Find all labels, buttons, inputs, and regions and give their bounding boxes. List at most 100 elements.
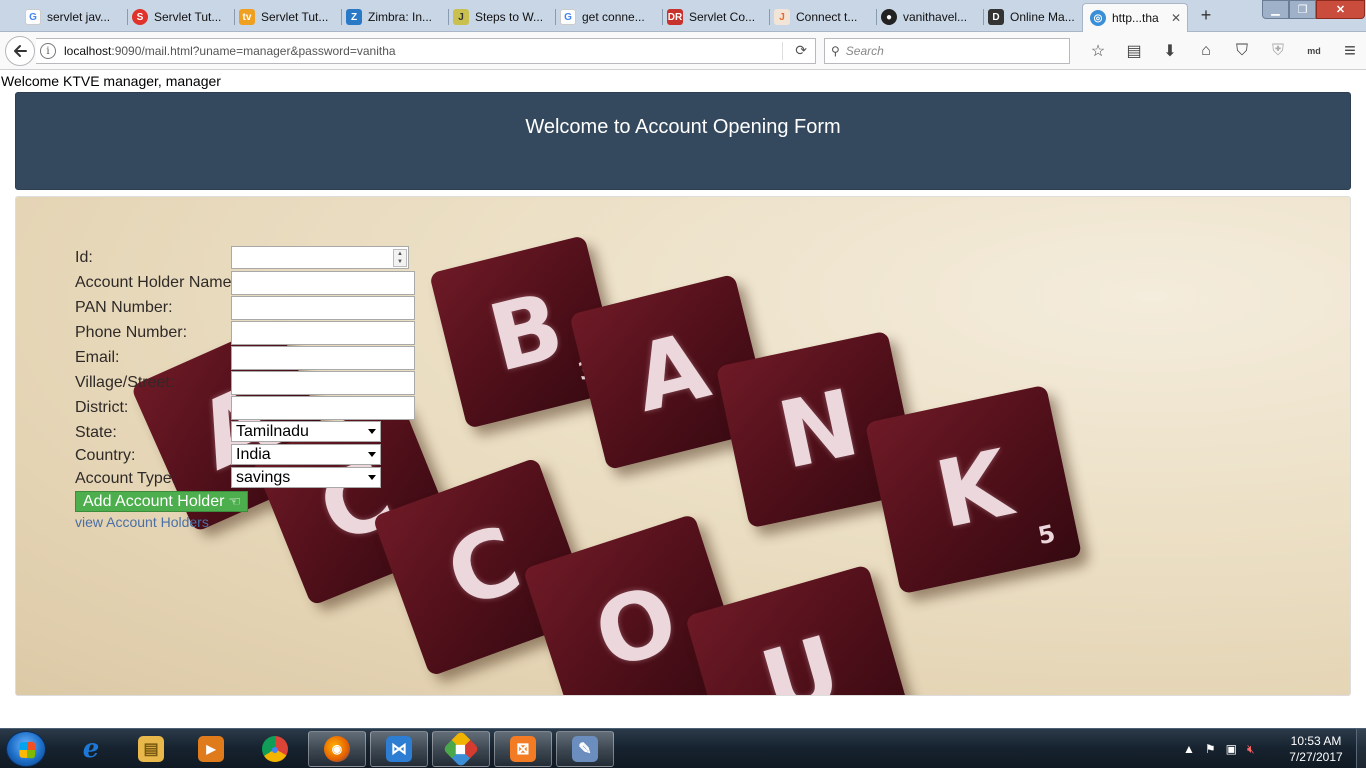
home-icon[interactable]: ⌂ [1188, 42, 1224, 60]
welcome-user-text: Welcome KTVE manager, manager [1, 73, 221, 89]
account-holder-name-field[interactable] [231, 271, 415, 295]
volume-muted-icon[interactable]: 🔇︎ [1247, 742, 1255, 757]
browser-tab-strip: G servlet jav... S Servlet Tut... tv Ser… [0, 0, 1366, 32]
action-center-flag-icon[interactable]: ⚑ [1205, 742, 1216, 756]
reload-icon[interactable]: ⟳ [795, 42, 807, 59]
country-select[interactable]: India [231, 444, 381, 465]
taskbar-visual-studio[interactable]: ⋈ [370, 731, 428, 767]
windows-taskbar: e ▤ ▶ ● ◉ ⋈ ◆ ⊠ ✎ ▲ ⚑ ▣ 🔇︎ 10:53 AM 7/27… [0, 728, 1366, 768]
back-button[interactable] [5, 36, 35, 66]
browser-tab[interactable]: G servlet jav... [18, 3, 128, 31]
window-controls: ▁ ❐ ✕ [1262, 0, 1365, 19]
email-field[interactable] [231, 346, 415, 370]
show-desktop-button[interactable] [1356, 729, 1366, 768]
visual-studio-icon: ⋈ [386, 736, 412, 762]
browser-tab[interactable]: J Steps to W... [446, 3, 556, 31]
taskbar-paint[interactable]: ✎ [556, 731, 614, 767]
view-account-holders-link[interactable]: view Account Holders [75, 514, 209, 530]
bookmark-star-icon[interactable]: ☆ [1080, 41, 1116, 61]
search-icon: ⚲ [831, 44, 840, 58]
browser-tab[interactable]: D Online Ma... [981, 3, 1091, 31]
account-type-label: Account Type: [75, 470, 177, 487]
profile-badge[interactable]: md [1296, 46, 1332, 56]
tab-label: Connect t... [796, 10, 858, 24]
id-field[interactable] [231, 246, 409, 269]
tab-label: vanithavel... [903, 10, 968, 24]
village-street-field[interactable] [231, 371, 415, 395]
tray-expand-icon[interactable]: ▲ [1183, 742, 1195, 756]
folder-icon: ▤ [138, 736, 164, 762]
village-street-label: Village/Street: [75, 374, 175, 391]
extension-icon[interactable]: ⛨ [1260, 42, 1296, 60]
dropdown-arrow-icon [368, 452, 376, 457]
taskbar-file-explorer[interactable]: ▤ [122, 731, 180, 767]
dzone-icon: DR [667, 9, 683, 25]
district-field[interactable] [231, 396, 415, 420]
phone-number-label: Phone Number: [75, 324, 188, 341]
state-select[interactable]: Tamilnadu [231, 421, 381, 442]
toolbar-icons: ☆ ▤ ⬇ ⌂ ⛉ ⛨ md ≡ [1080, 38, 1366, 64]
dropdown-arrow-icon [368, 475, 376, 480]
tab-label: Zimbra: In... [368, 10, 433, 24]
opera-red-icon: S [132, 9, 148, 25]
taskbar-chrome[interactable]: ● [246, 731, 304, 767]
browser-tab[interactable]: Z Zimbra: In... [339, 3, 449, 31]
java-icon: J [453, 9, 469, 25]
media-player-icon: ▶ [198, 736, 224, 762]
phone-number-field[interactable] [231, 321, 415, 345]
tab-label: Servlet Tut... [261, 10, 329, 24]
browser-tab[interactable]: S Servlet Tut... [125, 3, 235, 31]
url-bar[interactable]: i localhost:9090/mail.html?uname=manager… [36, 38, 816, 64]
site-info-icon[interactable]: i [40, 43, 56, 59]
download-icon[interactable]: ⬇ [1152, 41, 1188, 61]
google-icon: G [560, 9, 576, 25]
browser-tab-active[interactable]: ◎ http...tha ✕ [1082, 3, 1188, 32]
browser-tab[interactable]: DR Servlet Co... [660, 3, 770, 31]
form-row-phone: Phone Number: [75, 321, 475, 346]
taskbar-xampp[interactable]: ⊠ [494, 731, 552, 767]
minimize-button[interactable]: ▁ [1262, 0, 1289, 19]
account-type-select[interactable]: savings [231, 467, 381, 488]
browser-tab[interactable]: J Connect t... [767, 3, 877, 31]
search-input[interactable]: ⚲ Search [824, 38, 1070, 64]
taskbar-media-player[interactable]: ▶ [182, 731, 240, 767]
district-label: District: [75, 399, 129, 416]
menu-icon[interactable]: ≡ [1332, 40, 1366, 63]
start-button[interactable] [6, 731, 46, 767]
account-type-value: savings [236, 469, 291, 486]
tab-label: http...tha [1112, 11, 1159, 25]
paint-icon: ✎ [572, 736, 598, 762]
id-label: Id: [75, 249, 93, 266]
email-label: Email: [75, 349, 120, 366]
system-clock[interactable]: 10:53 AM 7/27/2017 [1284, 733, 1348, 765]
taskbar-git-tool[interactable]: ◆ [432, 730, 490, 768]
browser-tab[interactable]: G get conne... [553, 3, 663, 31]
close-window-button[interactable]: ✕ [1316, 0, 1365, 19]
page-content: Welcome KTVE manager, manager Welcome to… [0, 71, 1366, 728]
network-icon[interactable]: ▣ [1226, 742, 1237, 756]
tab-label: Servlet Co... [689, 10, 756, 24]
form-row-village: Village/Street: [75, 371, 475, 396]
browser-tab[interactable]: tv Servlet Tut... [232, 3, 342, 31]
browser-tab[interactable]: ● vanithavel... [874, 3, 984, 31]
zimbra-icon: Z [346, 9, 362, 25]
tab-label: get conne... [582, 10, 645, 24]
chrome-icon: ● [262, 736, 288, 762]
taskbar-firefox[interactable]: ◉ [308, 731, 366, 767]
close-tab-icon[interactable]: ✕ [1171, 11, 1181, 25]
form-row-id: Id: ▲ ▼ [75, 246, 475, 271]
reader-view-icon[interactable]: ▤ [1116, 41, 1152, 61]
add-account-holder-button[interactable]: Add Account Holder ☜ [75, 491, 248, 512]
tab-label: Steps to W... [475, 10, 544, 24]
pan-number-label: PAN Number: [75, 299, 173, 316]
number-spinner-icon[interactable]: ▲ ▼ [393, 249, 407, 267]
taskbar-internet-explorer[interactable]: e [62, 731, 120, 767]
maximize-button[interactable]: ❐ [1289, 0, 1316, 19]
pocket-icon[interactable]: ⛉ [1224, 42, 1260, 60]
javatpoint-icon: J [774, 9, 790, 25]
form-row-name: Account Holder Name: [75, 271, 475, 296]
pan-number-field[interactable] [231, 296, 415, 320]
new-tab-button[interactable]: + [1196, 5, 1216, 25]
background-tile: K5 [864, 384, 1083, 595]
country-label: Country: [75, 447, 136, 464]
